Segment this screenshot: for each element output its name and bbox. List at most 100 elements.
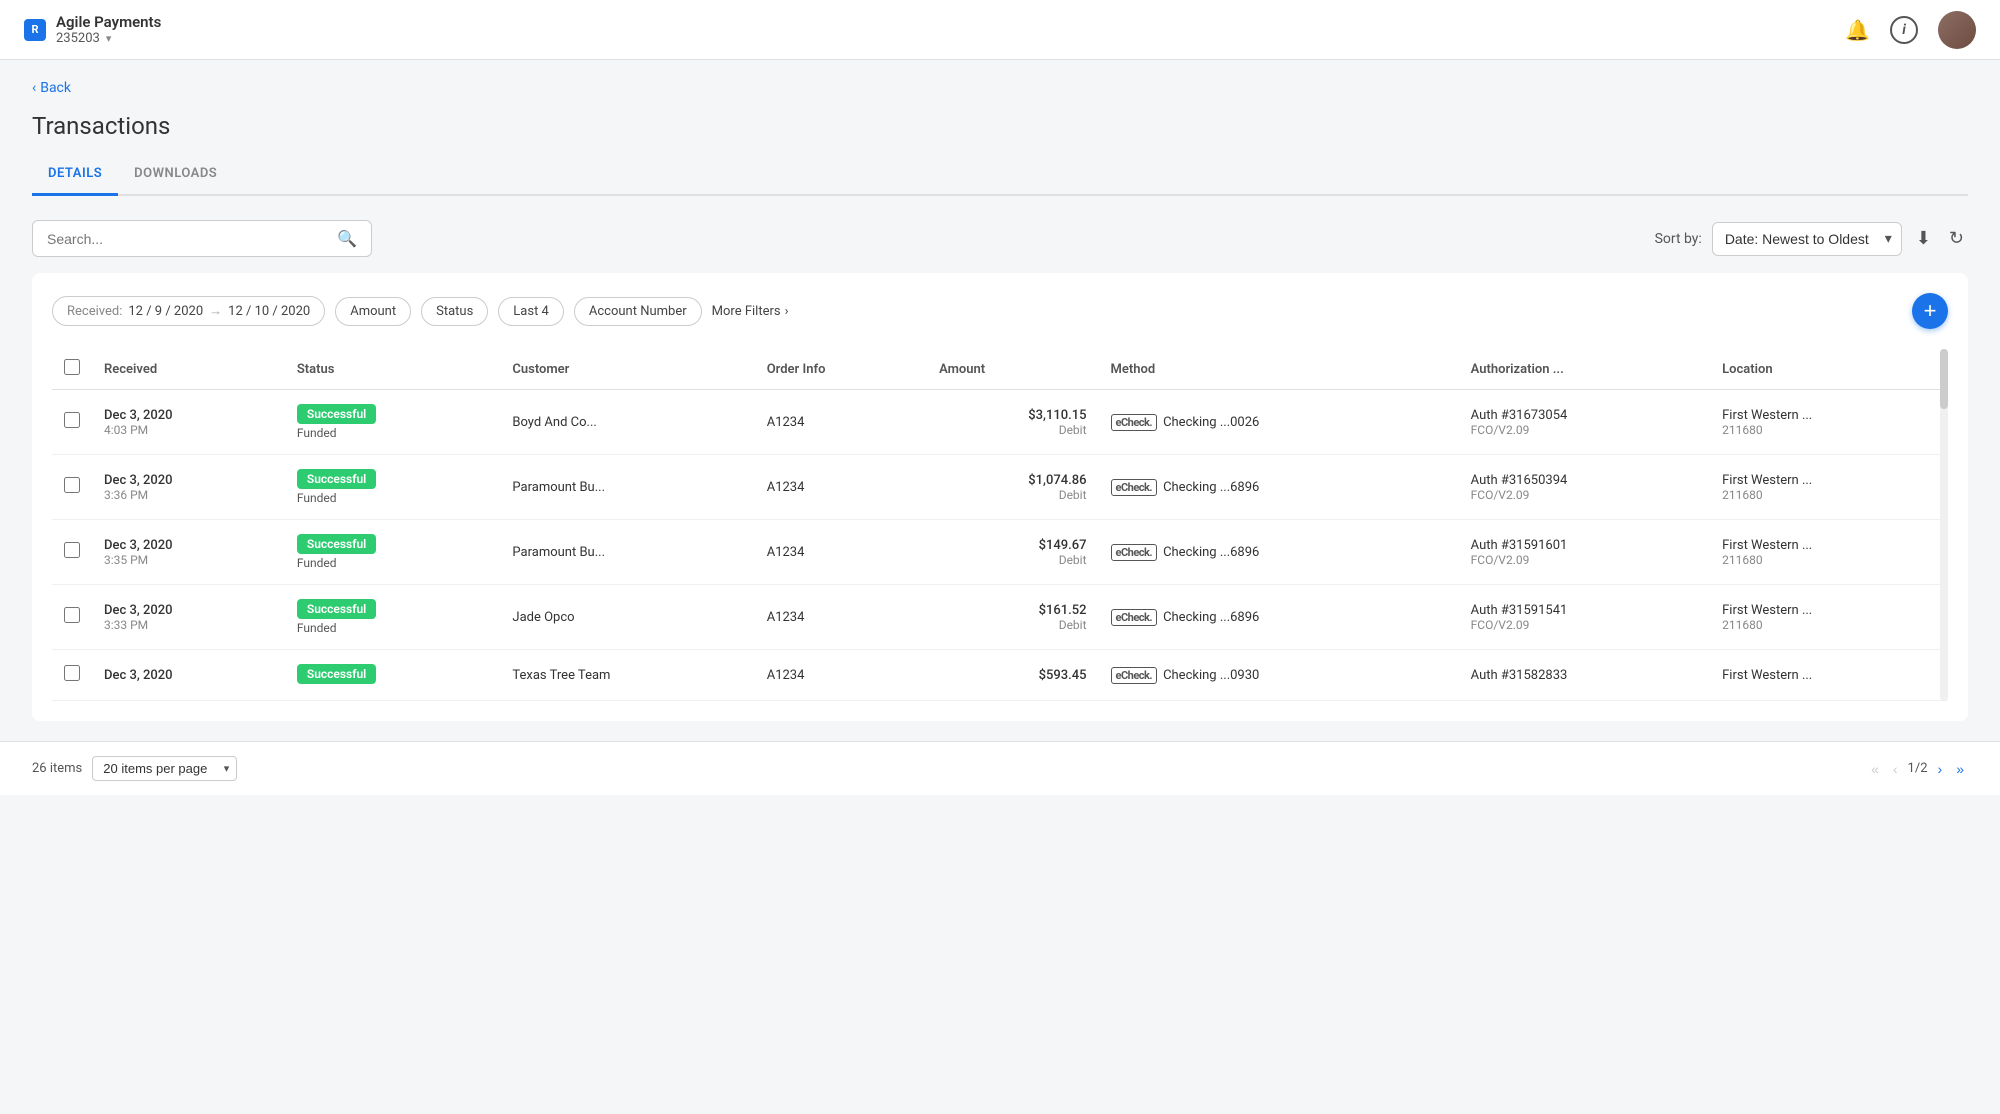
row-order-info: A1234 xyxy=(755,520,927,585)
row-auth: Auth #31591541 FCO/V2.09 xyxy=(1459,585,1710,650)
row-location: First Western ... 211680 xyxy=(1710,585,1948,650)
avatar[interactable] xyxy=(1938,11,1976,49)
page-info: 1/2 xyxy=(1908,761,1928,776)
sort-select-wrapper: Date: Newest to Oldest Date: Oldest to N… xyxy=(1712,222,1902,256)
notification-bell-icon[interactable]: 🔔 xyxy=(1845,18,1870,42)
row-auth: Auth #31673054 FCO/V2.09 xyxy=(1459,390,1710,455)
table-row[interactable]: Dec 3, 2020 4:03 PM Successful Funded Bo… xyxy=(52,390,1948,455)
header-location: Location xyxy=(1710,349,1948,390)
toolbar: 🔍 Sort by: Date: Newest to Oldest Date: … xyxy=(32,220,1968,257)
search-icon: 🔍 xyxy=(337,229,357,248)
row-location: First Western ... xyxy=(1710,650,1948,701)
brand-badge: R xyxy=(24,19,46,41)
back-label[interactable]: Back xyxy=(40,80,71,96)
select-all-checkbox[interactable] xyxy=(64,359,80,375)
filter-amount[interactable]: Amount xyxy=(335,297,411,326)
table-header: Received Status Customer Order Info Amou… xyxy=(52,349,1948,390)
filter-date-to: 12 / 10 / 2020 xyxy=(228,304,310,319)
header-chevron-icon[interactable]: ▾ xyxy=(106,32,112,45)
search-input[interactable] xyxy=(47,231,329,247)
row-checkbox[interactable] xyxy=(64,477,80,493)
prev-page-button[interactable]: ‹ xyxy=(1889,759,1902,779)
refresh-icon[interactable]: ↻ xyxy=(1945,224,1968,253)
tab-downloads[interactable]: DOWNLOADS xyxy=(118,156,233,196)
row-checkbox-cell xyxy=(52,390,92,455)
row-amount: $149.67 Debit xyxy=(927,520,1098,585)
method-detail: Checking ...0026 xyxy=(1163,415,1259,430)
tab-details[interactable]: DETAILS xyxy=(32,156,118,196)
header-right: 🔔 i xyxy=(1845,11,1976,49)
tab-bar: DETAILS DOWNLOADS xyxy=(32,156,1968,196)
row-checkbox[interactable] xyxy=(64,607,80,623)
per-page-wrapper: 10 items per page 20 items per page 50 i… xyxy=(92,756,237,781)
pagination: « ‹ 1/2 › » xyxy=(1867,759,1968,779)
sort-select[interactable]: Date: Newest to Oldest Date: Oldest to N… xyxy=(1712,222,1902,256)
table-row[interactable]: Dec 3, 2020 3:36 PM Successful Funded Pa… xyxy=(52,455,1948,520)
table-row[interactable]: Dec 3, 2020 3:33 PM Successful Funded Ja… xyxy=(52,585,1948,650)
main-content: ‹ Back Transactions DETAILS DOWNLOADS 🔍 … xyxy=(0,60,2000,741)
header-amount: Amount xyxy=(927,349,1098,390)
row-customer: Boyd And Co... xyxy=(500,390,754,455)
sort-label: Sort by: xyxy=(1655,231,1702,247)
method-detail: Checking ...6896 xyxy=(1163,610,1259,625)
search-box[interactable]: 🔍 xyxy=(32,220,372,257)
filter-received[interactable]: Received: 12 / 9 / 2020 → 12 / 10 / 2020 xyxy=(52,296,325,326)
row-checkbox-cell xyxy=(52,455,92,520)
header-id: 235203 ▾ xyxy=(56,31,161,46)
row-method: eCheck. Checking ...6896 xyxy=(1099,585,1459,650)
method-detail: Checking ...6896 xyxy=(1163,545,1259,560)
row-customer: Paramount Bu... xyxy=(500,455,754,520)
app-header: R Agile Payments 235203 ▾ 🔔 i xyxy=(0,0,2000,60)
footer-left: 26 items 10 items per page 20 items per … xyxy=(32,756,237,781)
row-checkbox[interactable] xyxy=(64,665,80,681)
header-checkbox-col xyxy=(52,349,92,390)
row-auth: Auth #31582833 xyxy=(1459,650,1710,701)
info-icon[interactable]: i xyxy=(1890,16,1918,44)
row-customer: Paramount Bu... xyxy=(500,520,754,585)
row-date: Dec 3, 2020 3:33 PM xyxy=(92,585,285,650)
filter-last4[interactable]: Last 4 xyxy=(498,297,564,326)
per-page-select[interactable]: 10 items per page 20 items per page 50 i… xyxy=(92,756,237,781)
scrollbar-thumb[interactable] xyxy=(1940,349,1948,409)
row-auth: Auth #31591601 FCO/V2.09 xyxy=(1459,520,1710,585)
row-amount: $593.45 xyxy=(927,650,1098,701)
more-filters[interactable]: More Filters › xyxy=(712,304,789,319)
scrollbar-track[interactable] xyxy=(1940,349,1948,701)
header-brand-info: Agile Payments 235203 ▾ xyxy=(56,13,161,46)
row-date: Dec 3, 2020 xyxy=(92,650,285,701)
table-row[interactable]: Dec 3, 2020 Successful Texas Tree Team A… xyxy=(52,650,1948,701)
row-customer: Texas Tree Team xyxy=(500,650,754,701)
row-order-info: A1234 xyxy=(755,455,927,520)
echeck-label: eCheck. xyxy=(1111,479,1158,496)
filter-status[interactable]: Status xyxy=(421,297,488,326)
table-row[interactable]: Dec 3, 2020 3:35 PM Successful Funded Pa… xyxy=(52,520,1948,585)
download-icon[interactable]: ⬇ xyxy=(1912,224,1935,253)
row-date: Dec 3, 2020 3:35 PM xyxy=(92,520,285,585)
row-checkbox[interactable] xyxy=(64,542,80,558)
echeck-label: eCheck. xyxy=(1111,609,1158,626)
header-method: Method xyxy=(1099,349,1459,390)
back-chevron-icon: ‹ xyxy=(32,80,36,96)
add-button[interactable]: + xyxy=(1912,293,1948,329)
transactions-table: Received Status Customer Order Info Amou… xyxy=(52,349,1948,701)
sort-area: Sort by: Date: Newest to Oldest Date: Ol… xyxy=(1655,222,1968,256)
filter-row: Received: 12 / 9 / 2020 → 12 / 10 / 2020… xyxy=(52,293,1948,329)
row-status: Successful xyxy=(285,650,501,701)
row-method: eCheck. Checking ...0026 xyxy=(1099,390,1459,455)
row-method: eCheck. Checking ...6896 xyxy=(1099,455,1459,520)
filter-received-label: Received: xyxy=(67,304,122,319)
row-status: Successful Funded xyxy=(285,585,501,650)
echeck-label: eCheck. xyxy=(1111,544,1158,561)
row-checkbox-cell xyxy=(52,650,92,701)
back-link[interactable]: ‹ Back xyxy=(32,80,1968,96)
table-wrap: Received Status Customer Order Info Amou… xyxy=(52,349,1948,701)
first-page-button[interactable]: « xyxy=(1867,759,1883,779)
row-date: Dec 3, 2020 4:03 PM xyxy=(92,390,285,455)
table-body: Dec 3, 2020 4:03 PM Successful Funded Bo… xyxy=(52,390,1948,701)
last-page-button[interactable]: » xyxy=(1952,759,1968,779)
row-checkbox[interactable] xyxy=(64,412,80,428)
row-method: eCheck. Checking ...0930 xyxy=(1099,650,1459,701)
row-checkbox-cell xyxy=(52,585,92,650)
filter-account-number[interactable]: Account Number xyxy=(574,297,702,326)
next-page-button[interactable]: › xyxy=(1934,759,1947,779)
